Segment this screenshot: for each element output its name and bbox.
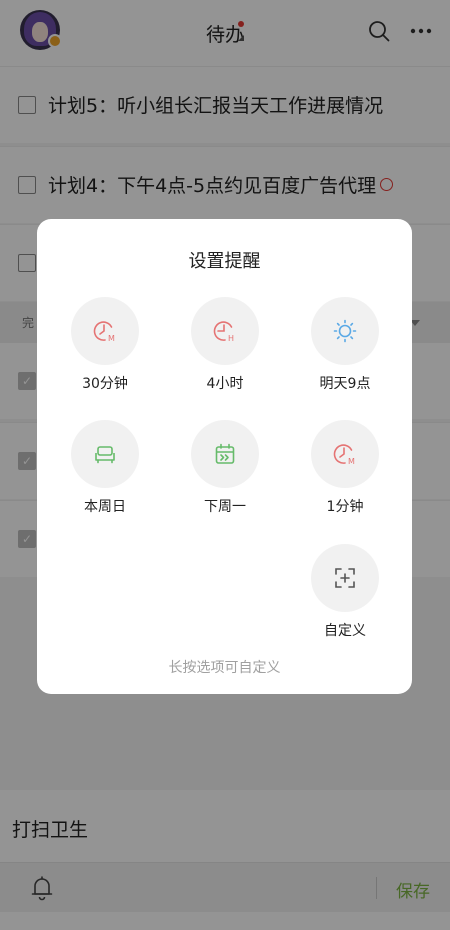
reminder-option-next-monday[interactable]: 下周一	[170, 420, 280, 516]
reminder-option-custom[interactable]: 自定义	[290, 544, 400, 640]
option-label: 自定义	[324, 623, 366, 639]
option-circle: H	[191, 297, 259, 365]
dialog-hint: 长按选项可自定义	[168, 660, 281, 676]
option-circle: M	[71, 297, 139, 365]
option-label: 本周日	[84, 499, 126, 515]
sofa-icon	[95, 446, 115, 464]
reminder-option-30min[interactable]: M 30分钟	[50, 297, 160, 393]
reminder-option-this-sunday[interactable]: 本周日	[50, 420, 160, 516]
svg-text:H: H	[228, 334, 234, 343]
option-label: 1分钟	[326, 499, 364, 515]
svg-text:M: M	[108, 334, 115, 343]
dialog-title: 设置提醒	[188, 251, 261, 272]
sun-icon	[333, 319, 357, 343]
option-label: 明天9点	[319, 376, 371, 392]
option-circle	[71, 420, 139, 488]
clock-m-icon: M	[333, 444, 355, 466]
option-circle	[191, 420, 259, 488]
option-label: 4小时	[206, 376, 244, 392]
reminder-option-1min[interactable]: M 1分钟	[290, 420, 400, 516]
svg-text:M: M	[348, 457, 355, 466]
reminder-option-4h[interactable]: H 4小时	[170, 297, 280, 393]
reminder-option-tomorrow-9[interactable]: 明天9点	[290, 297, 400, 393]
calendar-forward-icon	[215, 443, 235, 464]
option-circle: M	[311, 420, 379, 488]
clock-h-icon: H	[213, 321, 234, 343]
clock-m-icon: M	[93, 321, 115, 343]
reminder-dialog: 设置提醒 M 30分钟 H 4小时 明天9点 本周日 下周一 M 1分钟 自定义…	[37, 219, 412, 694]
option-label: 30分钟	[82, 376, 128, 392]
option-circle	[311, 297, 379, 365]
option-label: 下周一	[204, 499, 246, 515]
option-circle	[311, 544, 379, 612]
custom-add-icon	[335, 568, 355, 588]
